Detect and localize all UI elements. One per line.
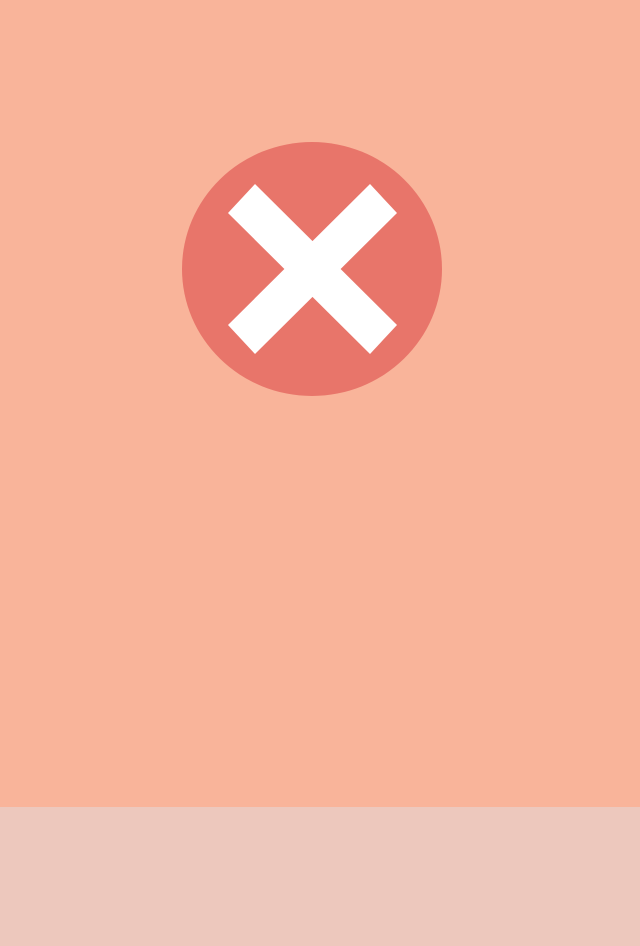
main-area xyxy=(0,0,640,807)
bottom-bar xyxy=(0,807,640,946)
error-screen xyxy=(0,0,640,946)
error-icon xyxy=(182,142,442,396)
close-icon xyxy=(182,142,442,396)
